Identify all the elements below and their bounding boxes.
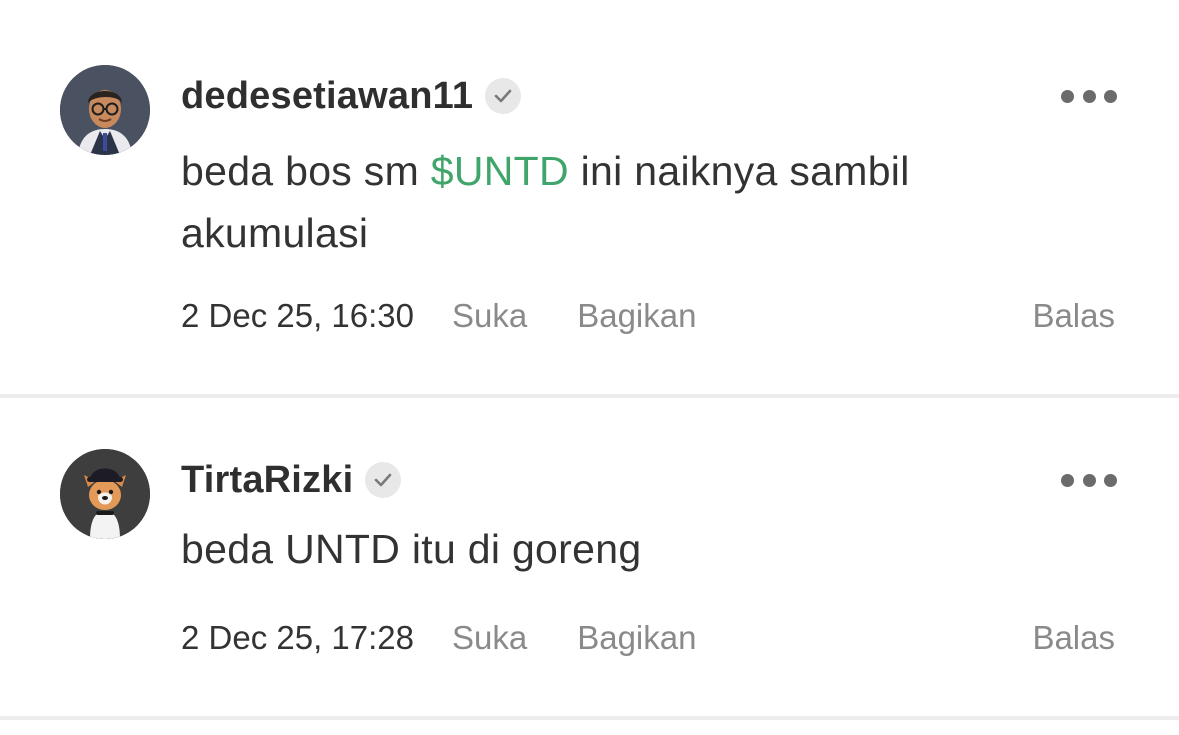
comment-footer: 2 Dec 25, 17:28 Suka Bagikan Balas — [181, 618, 1115, 658]
comment-item: TirtaRizki beda UNTD itu di goreng 2 Dec… — [0, 398, 1179, 716]
username[interactable]: dedesetiawan11 — [181, 75, 473, 118]
more-dot — [1061, 89, 1074, 103]
divider — [0, 716, 1179, 720]
more-dot — [1104, 89, 1117, 103]
timestamp: 2 Dec 25, 16:30 — [181, 297, 414, 334]
share-button[interactable]: Bagikan — [577, 297, 696, 335]
avatar[interactable] — [60, 449, 150, 539]
comment-text: beda UNTD itu di goreng — [181, 526, 642, 572]
more-horizontal-icon[interactable] — [1061, 86, 1117, 106]
avatar[interactable] — [60, 65, 150, 155]
more-dot — [1082, 89, 1096, 103]
more-dot — [1061, 473, 1074, 487]
more-horizontal-icon[interactable] — [1061, 470, 1117, 490]
reply-button[interactable]: Balas — [1032, 297, 1115, 335]
comment-footer: 2 Dec 25, 16:30 Suka Bagikan Balas — [181, 296, 1115, 336]
like-button[interactable]: Suka — [452, 619, 527, 657]
share-button[interactable]: Bagikan — [577, 619, 696, 657]
comment-header: dedesetiawan11 — [181, 74, 522, 118]
avatar-image — [60, 449, 150, 539]
timestamp: 2 Dec 25, 17:28 — [181, 619, 414, 656]
avatar-image — [60, 65, 150, 155]
checkmark-badge-icon — [365, 462, 402, 498]
more-dot — [1082, 473, 1096, 487]
reply-button[interactable]: Balas — [1032, 619, 1115, 657]
comment-text-before: beda bos sm — [181, 148, 431, 194]
username[interactable]: TirtaRizki — [181, 459, 353, 502]
comment-header: TirtaRizki — [181, 458, 402, 502]
comment-item: dedesetiawan11 beda bos sm $UNTD ini nai… — [0, 0, 1179, 394]
more-dot — [1104, 473, 1117, 487]
like-button[interactable]: Suka — [452, 297, 527, 335]
ticker-link[interactable]: $UNTD — [431, 148, 569, 194]
comment-text: beda bos sm $UNTD ini naiknya sambil aku… — [181, 140, 1081, 264]
checkmark-badge-icon — [485, 78, 522, 114]
